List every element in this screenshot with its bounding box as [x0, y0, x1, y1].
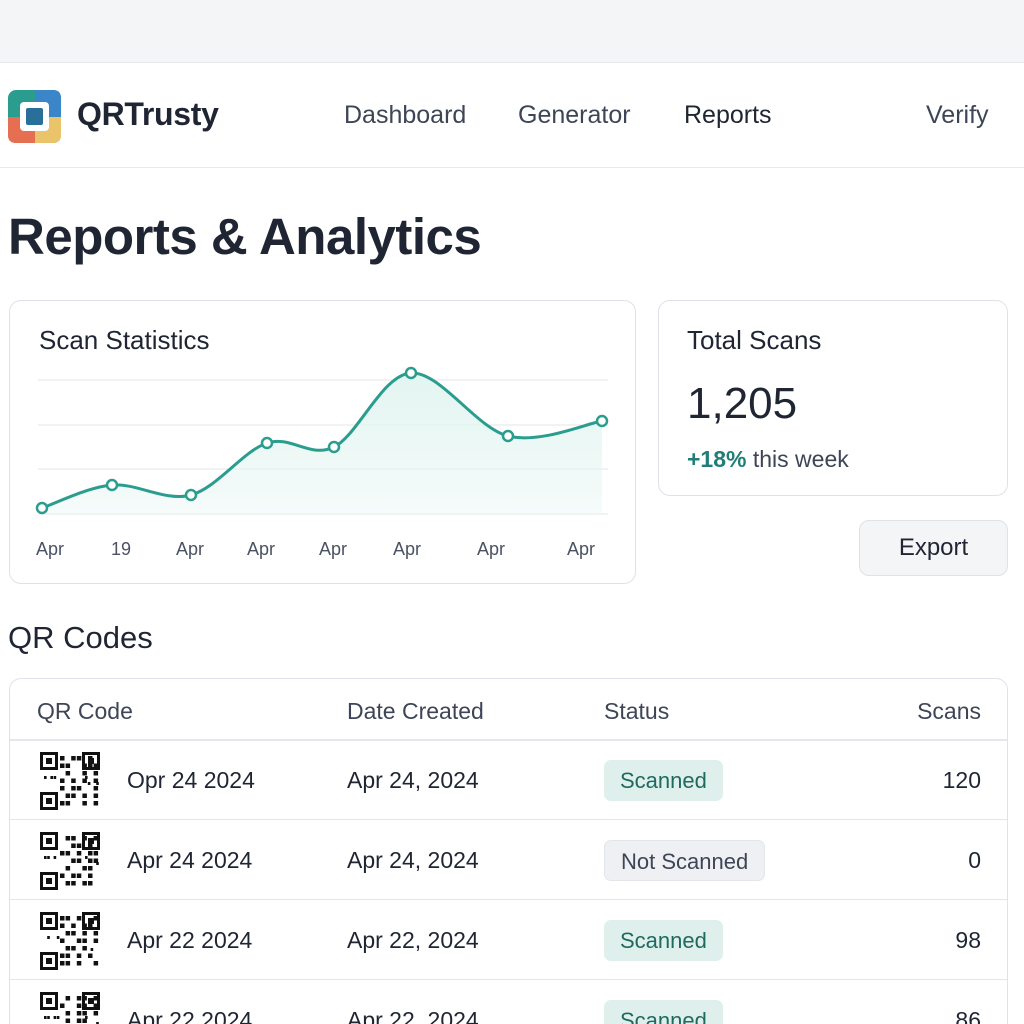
column-header-status[interactable]: Status	[604, 698, 669, 725]
date-created: Apr 24, 2024	[347, 847, 479, 873]
chart-x-tick-label: Apr	[477, 539, 505, 559]
date-created: Apr 22, 2024	[347, 1007, 479, 1024]
brand-name[interactable]: QRTrusty	[77, 96, 219, 133]
scan-count: 98	[955, 927, 981, 953]
qr-code-icon[interactable]	[40, 912, 100, 970]
scan-count: 0	[968, 847, 981, 873]
total-scans-value: 1,205	[687, 379, 798, 428]
total-scans-delta: +18% this week	[687, 446, 849, 473]
qr-codes-table: QR Code Date Created Status Scans Opr 24…	[9, 678, 1008, 1024]
qr-code-icon[interactable]	[40, 752, 100, 810]
qr-code-name: Apr 24 2024	[127, 847, 253, 873]
scan-count: 120	[942, 767, 981, 793]
chart-x-tick-label: Apr	[319, 539, 347, 559]
chart-data-point	[35, 501, 49, 515]
table-row[interactable]: Apr 22 2024 Apr 22, 2024 Scanned 86	[10, 980, 1007, 1024]
table-row[interactable]: Apr 24 2024 Apr 24, 2024 Not Scanned 0	[10, 820, 1007, 900]
nav-dashboard[interactable]: Dashboard	[344, 101, 466, 130]
status-badge: Not Scanned	[604, 840, 766, 881]
nav-reports[interactable]: Reports	[684, 101, 772, 130]
qr-code-name: Apr 22 2024	[127, 927, 253, 953]
scan-statistics-chart: Apr 19 Apr Apr Apr Apr Apr Apr	[35, 366, 609, 559]
nav-verify[interactable]: Verify	[926, 101, 989, 130]
delta-percent: +18%	[687, 446, 747, 472]
qr-codes-section-title: QR Codes	[8, 620, 153, 655]
date-created: Apr 24, 2024	[347, 767, 479, 793]
status-badge: Scanned	[604, 920, 723, 961]
page-title: Reports & Analytics	[8, 208, 482, 265]
total-scans-title: Total Scans	[687, 325, 822, 355]
chart-data-point	[404, 366, 418, 380]
date-created: Apr 22, 2024	[347, 927, 479, 953]
chart-x-tick-label: Apr	[393, 539, 421, 559]
column-header-scans[interactable]: Scans	[917, 698, 981, 725]
chart-x-tick-label: Apr	[247, 539, 275, 559]
qrtrusty-logo-icon[interactable]	[8, 90, 61, 143]
chart-data-point	[595, 414, 609, 428]
chart-data-point	[327, 440, 341, 454]
qr-code-icon[interactable]	[40, 992, 100, 1024]
export-button[interactable]: Export	[859, 520, 1008, 576]
column-header-date-created[interactable]: Date Created	[347, 698, 484, 725]
qr-code-icon[interactable]	[40, 832, 100, 890]
delta-suffix: this week	[746, 446, 849, 472]
total-scans-card: Total Scans 1,205 +18% this week	[658, 300, 1008, 496]
chart-data-point	[501, 429, 515, 443]
qr-code-name: Apr 22 2024	[127, 1007, 253, 1024]
table-row[interactable]: Opr 24 2024 Apr 24, 2024 Scanned 120	[10, 740, 1007, 820]
browser-top-bar	[0, 0, 1024, 63]
chart-x-tick-label: Apr	[567, 539, 595, 559]
column-header-qr-code[interactable]: QR Code	[37, 698, 133, 725]
chart-x-tick-label: 19	[111, 539, 131, 559]
scan-count: 86	[955, 1007, 981, 1024]
nav-generator[interactable]: Generator	[518, 101, 631, 130]
chart-data-point	[184, 488, 198, 502]
chart-data-point	[260, 436, 274, 450]
chart-x-tick-label: Apr	[176, 539, 204, 559]
chart-area-fill	[42, 372, 602, 513]
status-badge: Scanned	[604, 1000, 723, 1024]
chart-data-point	[105, 478, 119, 492]
table-row[interactable]: Apr 22 2024 Apr 22, 2024 Scanned 98	[10, 900, 1007, 980]
status-badge: Scanned	[604, 760, 723, 801]
chart-x-tick-label: Apr	[36, 539, 64, 559]
scan-statistics-card: Scan Statistics Apr 19 Apr Apr Apr Apr Apr Apr	[9, 300, 636, 584]
qr-code-name: Opr 24 2024	[127, 767, 255, 793]
top-navigation: QRTrusty Dashboard Generator Reports Ver…	[0, 63, 1024, 168]
